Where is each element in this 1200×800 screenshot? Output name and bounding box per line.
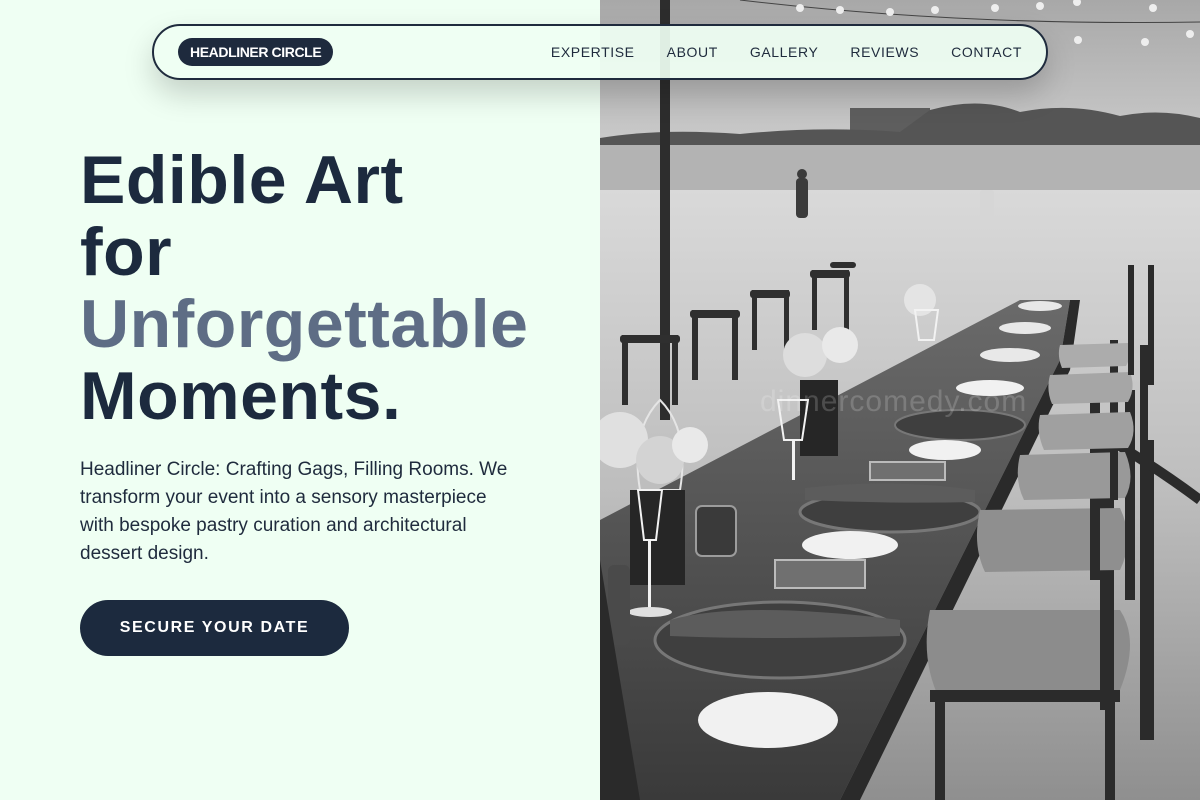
brand-logo[interactable]: HEADLINER CIRCLE	[178, 38, 334, 66]
secure-your-date-button[interactable]: SECURE YOUR DATE	[80, 600, 349, 656]
nav-link-contact[interactable]: CONTACT	[951, 44, 1022, 60]
hero-title-line-4: Moments.	[80, 358, 402, 434]
nav-links: EXPERTISE ABOUT GALLERY REVIEWS CONTACT	[551, 44, 1022, 60]
nav-link-gallery[interactable]: GALLERY	[750, 44, 819, 60]
hero-title: Edible Art for Unforgettable Moments.	[80, 144, 529, 432]
nav-link-about[interactable]: ABOUT	[667, 44, 718, 60]
nav-link-expertise[interactable]: EXPERTISE	[551, 44, 635, 60]
hero-title-accent: Unforgettable	[80, 286, 529, 362]
hero-photo: dinnercomedy.com	[600, 0, 1200, 800]
top-navbar: HEADLINER CIRCLE EXPERTISE ABOUT GALLERY…	[152, 24, 1048, 80]
hero-description: Headliner Circle: Crafting Gags, Filling…	[80, 459, 508, 564]
hero-title-line-1: Edible Art	[80, 142, 404, 218]
photo-watermark: dinnercomedy.com	[760, 385, 1028, 418]
nav-link-reviews[interactable]: REVIEWS	[850, 44, 919, 60]
hero-title-line-2: for	[80, 214, 173, 290]
